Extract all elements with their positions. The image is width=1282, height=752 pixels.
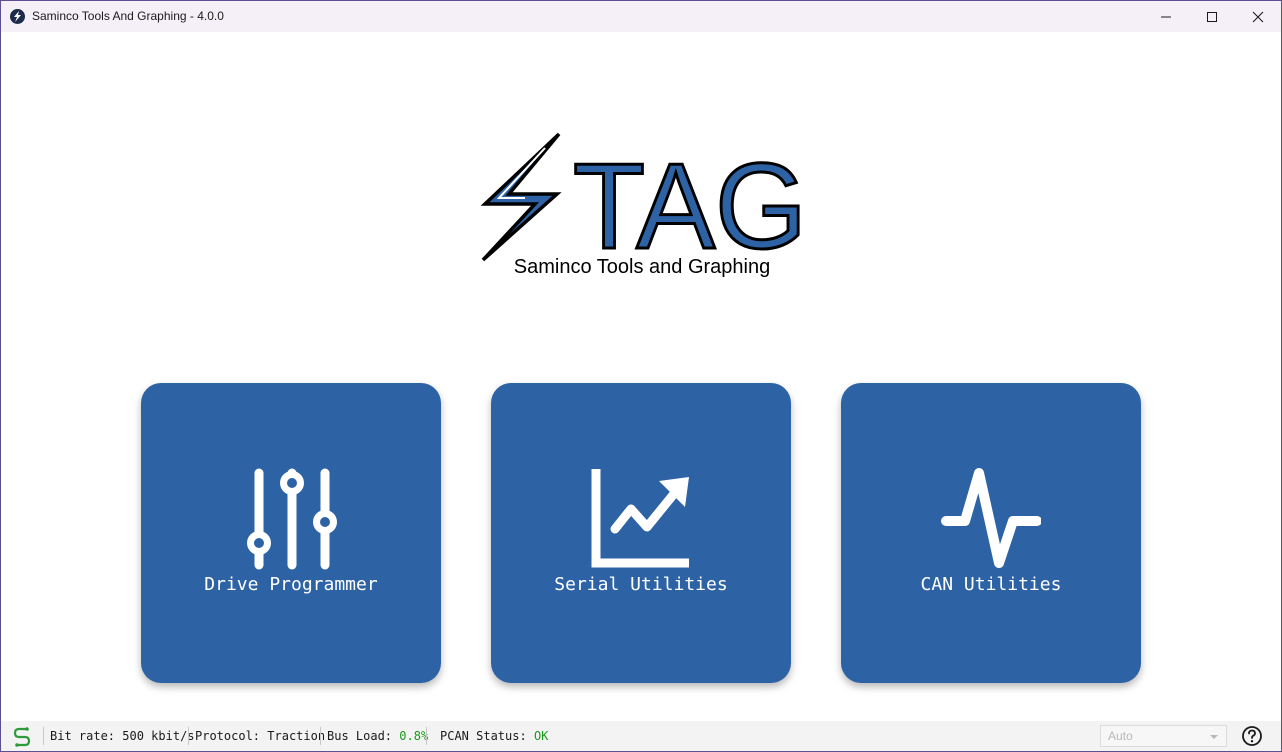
logo-subtitle: Saminco Tools and Graphing [513, 256, 771, 278]
sliders-icon [247, 468, 337, 570]
status-divider [188, 727, 189, 745]
bitrate-status: Bit rate: 500 kbit/s [50, 729, 195, 743]
maximize-icon [1207, 11, 1217, 22]
busload-label: Bus Load: [327, 729, 393, 743]
logo-word: TAG [573, 138, 807, 274]
can-utilities-tile[interactable]: CAN Utilities [841, 383, 1141, 683]
minimize-icon [1161, 16, 1171, 17]
bitrate-label: Bit rate: [50, 729, 116, 743]
status-bar: Bit rate: 500 kbit/s Protocol: Traction … [1, 721, 1281, 751]
pcan-status: PCAN Status: OK [440, 729, 548, 743]
drive-programmer-tile[interactable]: Drive Programmer [141, 383, 441, 683]
protocol-label: Protocol: [195, 729, 261, 743]
busload-value: 0.8% [399, 729, 429, 743]
cable-icon[interactable] [11, 726, 33, 748]
mode-select[interactable]: Auto [1100, 725, 1227, 747]
window-title: Saminco Tools And Graphing - 4.0.0 [32, 9, 224, 23]
close-icon [1252, 11, 1264, 22]
bitrate-value: 500 kbit/s [122, 729, 195, 743]
pcan-label: PCAN Status: [440, 729, 527, 743]
status-divider [43, 727, 44, 745]
close-button[interactable] [1235, 1, 1281, 32]
chevron-down-icon [1210, 735, 1218, 739]
status-divider [320, 727, 321, 745]
busload-status: Bus Load: 0.8% [327, 729, 428, 743]
maximize-button[interactable] [1189, 1, 1235, 32]
tile-label: CAN Utilities [920, 574, 1062, 595]
tile-label: Drive Programmer [204, 574, 378, 595]
title-bar[interactable]: Saminco Tools And Graphing - 4.0.0 [1, 1, 1281, 32]
tile-label: Serial Utilities [554, 574, 728, 595]
protocol-status: Protocol: Traction [195, 729, 325, 743]
serial-utilities-tile[interactable]: Serial Utilities [491, 383, 791, 683]
main-content: TAG Saminco Tools and Graphing Drive Pro… [1, 32, 1281, 721]
app-window: Saminco Tools And Graphing - 4.0.0 TAG S… [0, 0, 1282, 752]
protocol-value: Traction [267, 729, 326, 743]
waveform-icon [941, 468, 1041, 568]
lightning-bolt-icon [10, 9, 25, 24]
mode-select-value: Auto [1108, 729, 1133, 743]
status-divider [426, 727, 427, 745]
minimize-button[interactable] [1143, 1, 1189, 32]
line-chart-icon [591, 469, 689, 568]
pcan-value: OK [533, 729, 549, 743]
help-icon[interactable] [1241, 725, 1263, 747]
